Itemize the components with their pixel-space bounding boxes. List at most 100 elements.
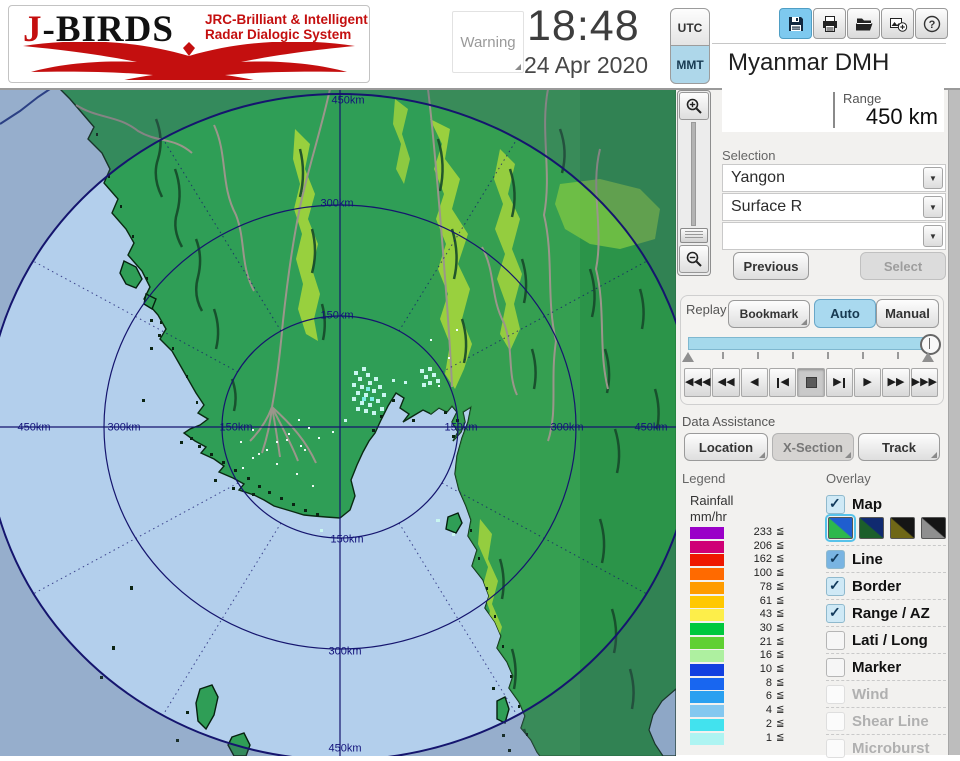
mmt-button[interactable]: MMT xyxy=(670,45,710,84)
playback-controls: ◀◀◀◀◀◀◀▶▶▶▶▶▶▶ xyxy=(684,368,938,397)
replay-slider-track[interactable] xyxy=(688,337,934,350)
legend-color-swatch xyxy=(690,568,724,580)
map-style-olive[interactable] xyxy=(890,517,915,539)
slider-start-marker-icon[interactable] xyxy=(682,352,694,362)
legend-leq-symbol: ≦ xyxy=(776,636,784,647)
overlay-item-label: Shear Line xyxy=(852,713,929,730)
overlay-item-label: Border xyxy=(852,578,901,595)
jbirds-logo: J-BIRDS JRC-Brilliant & Intelligent Rada… xyxy=(8,5,370,83)
radar-map[interactable]: 450km300km150km150km300km450km450km300km… xyxy=(0,88,676,756)
overlay-item-range-az[interactable]: Range / AZ xyxy=(826,599,946,626)
help-button[interactable]: ? xyxy=(915,8,948,39)
range-value: 450 km xyxy=(818,104,938,130)
warning-button[interactable]: Warning xyxy=(452,11,524,73)
skip-to-start-button[interactable]: ◀ xyxy=(769,368,796,397)
select-button[interactable]: Select xyxy=(860,252,946,280)
legend-leq-symbol: ≦ xyxy=(776,718,784,729)
legend-value: 16 xyxy=(726,649,772,661)
overlay-item-line[interactable]: Line xyxy=(826,545,946,572)
legend-title-unit: mm/hr xyxy=(690,509,727,524)
legend-leq-symbol: ≦ xyxy=(776,608,784,619)
open-folder-button[interactable] xyxy=(847,8,880,39)
legend-row: 30≦ xyxy=(690,623,800,636)
rewind-button[interactable]: ◀◀ xyxy=(712,368,739,397)
slider-end-marker-icon[interactable] xyxy=(922,352,934,362)
legend-color-swatch xyxy=(690,664,724,676)
checkbox[interactable] xyxy=(826,550,845,569)
help-icon: ? xyxy=(922,14,942,34)
product-dropdown[interactable]: Surface R ▼ xyxy=(722,193,946,221)
chevron-down-icon[interactable]: ▼ xyxy=(923,167,943,189)
overlay-item-label: Lati / Long xyxy=(852,632,928,649)
legend-value: 10 xyxy=(726,663,772,675)
map-style-gray[interactable] xyxy=(921,517,946,539)
overlay-item-border[interactable]: Border xyxy=(826,572,946,599)
save-button[interactable] xyxy=(779,8,812,39)
checkbox[interactable] xyxy=(826,495,845,514)
legend-value: 21 xyxy=(726,636,772,648)
save-icon xyxy=(786,14,806,34)
legend-color-swatch xyxy=(690,650,724,662)
track-button[interactable]: Track xyxy=(858,433,940,461)
chevron-down-icon[interactable]: ▼ xyxy=(923,225,943,247)
checkbox[interactable] xyxy=(826,604,845,623)
legend-row: 61≦ xyxy=(690,596,800,609)
legend-value: 4 xyxy=(726,704,772,716)
replay-label: Replay xyxy=(686,302,726,317)
zoom-out-button[interactable] xyxy=(679,245,709,273)
station-dropdown-value: Yangon xyxy=(723,169,923,187)
checkbox[interactable] xyxy=(826,658,845,677)
legend-leq-symbol: ≦ xyxy=(776,663,784,674)
overlay-item-marker[interactable]: Marker xyxy=(826,653,946,680)
legend-color-swatch xyxy=(690,527,724,539)
play-button[interactable]: ▶ xyxy=(854,368,881,397)
overlay-item-map[interactable]: Map xyxy=(826,491,946,517)
panel-collapse-strip[interactable] xyxy=(948,44,960,755)
checkbox[interactable] xyxy=(826,685,845,704)
location-button[interactable]: Location xyxy=(684,433,768,461)
chevron-down-icon[interactable]: ▼ xyxy=(923,196,943,218)
ring-label: 450km xyxy=(331,95,364,107)
legend-value: 43 xyxy=(726,608,772,620)
overlay-item-shear-line[interactable]: Shear Line xyxy=(826,707,946,734)
rewind-fastest-button[interactable]: ◀◀◀ xyxy=(684,368,711,397)
previous-button[interactable]: Previous xyxy=(733,252,809,280)
station-dropdown[interactable]: Yangon ▼ xyxy=(722,164,946,192)
x-section-button[interactable]: X-Section xyxy=(772,433,854,461)
legend-value: 8 xyxy=(726,677,772,689)
zoom-in-button[interactable] xyxy=(679,92,709,120)
checkbox[interactable] xyxy=(826,631,845,650)
stop-button[interactable] xyxy=(797,368,824,397)
export-image-icon xyxy=(888,14,908,34)
manual-button[interactable]: Manual xyxy=(876,299,939,328)
bookmark-button[interactable]: Bookmark xyxy=(728,300,810,328)
overlay-item-label: Microburst xyxy=(852,740,930,757)
legend-color-swatch xyxy=(690,596,724,608)
overlay-item-microburst[interactable]: Microburst xyxy=(826,734,946,761)
ring-label: 450km xyxy=(634,422,667,434)
legend-row: 100≦ xyxy=(690,568,800,581)
forward-button[interactable]: ▶▶ xyxy=(882,368,909,397)
zoom-in-icon xyxy=(685,97,703,115)
checkbox[interactable] xyxy=(826,577,845,596)
step-back-button[interactable]: ◀ xyxy=(741,368,768,397)
utc-button[interactable]: UTC xyxy=(670,8,710,47)
map-style-green-blue[interactable] xyxy=(828,517,853,539)
legend-row: 10 ≦ xyxy=(690,664,800,677)
legend-leq-symbol: ≦ xyxy=(776,595,784,606)
zoom-slider-track[interactable] xyxy=(691,122,696,226)
overlay-item-lati-long[interactable]: Lati / Long xyxy=(826,626,946,653)
legend-row: 16≦ xyxy=(690,650,800,663)
overlay-item-wind[interactable]: Wind xyxy=(826,680,946,707)
skip-to-end-button[interactable]: ▶ xyxy=(826,368,853,397)
panel-divider xyxy=(712,43,946,44)
print-button[interactable] xyxy=(813,8,846,39)
zoom-slider-handle[interactable] xyxy=(680,228,708,243)
forward-fastest-button[interactable]: ▶▶▶ xyxy=(911,368,938,397)
auto-button[interactable]: Auto xyxy=(814,299,876,328)
checkbox[interactable] xyxy=(826,712,845,731)
legend-leq-symbol: ≦ xyxy=(776,540,784,551)
export-image-button[interactable] xyxy=(881,8,914,39)
map-style-dark-green[interactable] xyxy=(859,517,884,539)
sub-option-dropdown[interactable]: ▼ xyxy=(722,222,946,250)
